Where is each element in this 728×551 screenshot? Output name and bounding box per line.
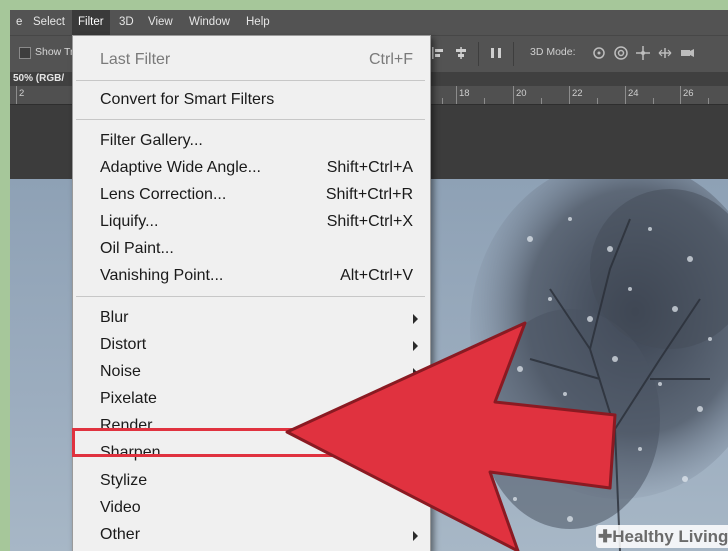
- healthy-living-watermark: ✚Healthy Living: [596, 525, 728, 548]
- watermark-text: Healthy Living: [612, 527, 728, 546]
- pointer-arrow-icon: [285, 321, 617, 551]
- plus-logo-icon: ✚: [598, 527, 613, 546]
- photoshop-window: e Select Filter 3D View Window Help Show…: [10, 10, 728, 551]
